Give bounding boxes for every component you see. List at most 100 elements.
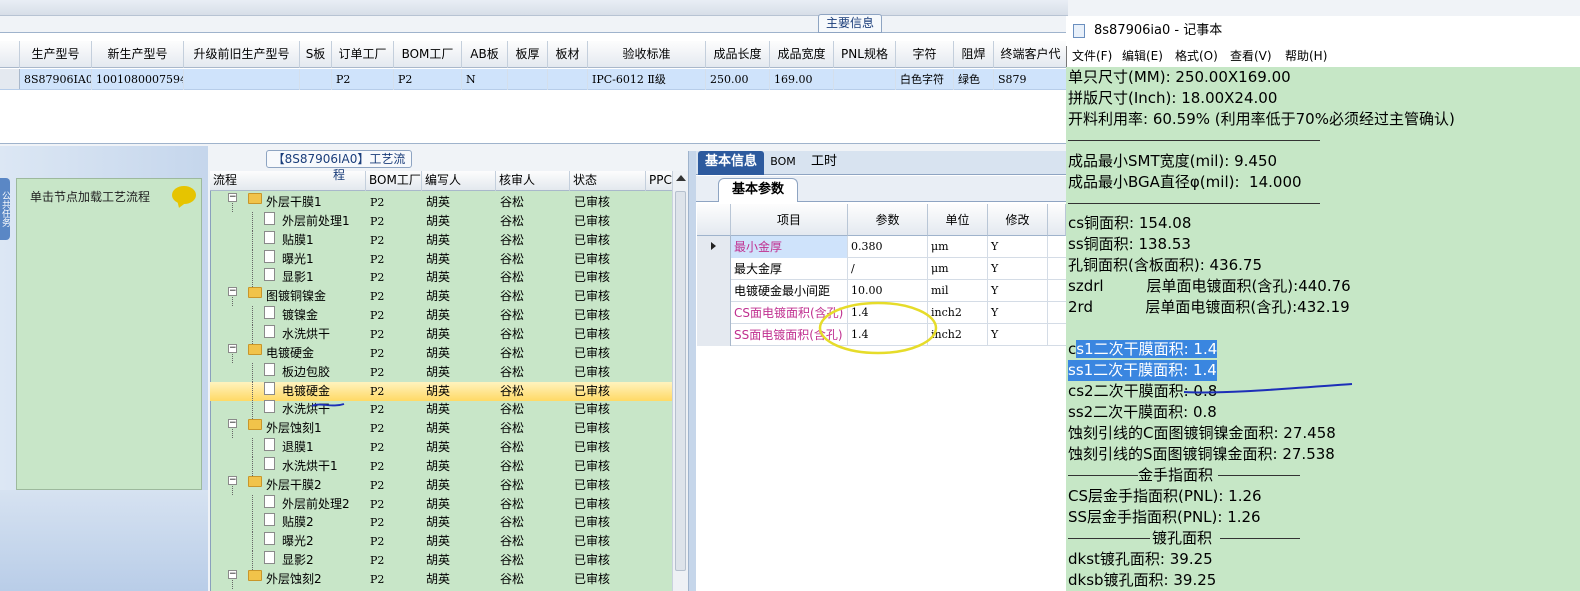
col-header[interactable]: 阻焊 bbox=[954, 41, 994, 68]
collapse-icon[interactable]: − bbox=[228, 419, 237, 429]
col-header[interactable]: 生产型号 bbox=[20, 41, 92, 68]
table-cell[interactable] bbox=[548, 69, 588, 90]
tree-col-header[interactable]: BOM工厂 bbox=[366, 171, 422, 191]
tree-row[interactable]: − 外层干膜1 P2 胡英 谷松 已审核 bbox=[210, 193, 672, 212]
scroll-thumb[interactable] bbox=[675, 191, 686, 571]
param-name[interactable]: 最大金厚 bbox=[731, 258, 848, 280]
tree-row[interactable]: − 电镀硬金 P2 胡英 谷松 已审核 bbox=[210, 343, 672, 363]
table-cell[interactable]: 白色字符 bbox=[896, 69, 954, 90]
table-cell[interactable]: 绿色 bbox=[954, 69, 994, 90]
tree-row[interactable]: 显影1 P2 胡英 谷松 已审核 bbox=[210, 268, 672, 288]
param-col-header[interactable]: 修改 bbox=[988, 204, 1048, 236]
row-selector[interactable] bbox=[697, 236, 731, 258]
param-col-header[interactable]: 参数 bbox=[848, 204, 928, 236]
tree-row[interactable]: 板边包胶 P2 胡英 谷松 已审核 bbox=[210, 362, 672, 382]
param-col-header[interactable]: 项目 bbox=[731, 204, 848, 236]
tree-row[interactable]: − 外层蚀刻2 P2 胡英 谷松 已审核 bbox=[210, 570, 672, 589]
param-unit[interactable]: μm bbox=[928, 236, 988, 258]
collapse-icon[interactable]: − bbox=[228, 343, 237, 353]
table-cell[interactable]: 8S87906IA0 bbox=[20, 69, 92, 90]
node-load-box[interactable] bbox=[16, 178, 202, 490]
menu-edit[interactable]: 编辑(E) bbox=[1122, 46, 1163, 66]
col-header[interactable]: BOM工厂 bbox=[394, 41, 462, 68]
tab-work-hours[interactable]: 工时 bbox=[804, 151, 844, 175]
tab-basic-params[interactable]: 基本参数 bbox=[718, 178, 798, 202]
param-row[interactable]: 最小金厚 0.380 μm Y bbox=[697, 236, 1066, 258]
collapse-icon[interactable]: − bbox=[228, 287, 237, 297]
col-header[interactable]: 板厚 bbox=[508, 41, 548, 68]
col-header[interactable]: 升级前旧生产型号 bbox=[184, 41, 300, 68]
panel-splitter[interactable] bbox=[688, 151, 696, 591]
table-cell[interactable]: N bbox=[462, 69, 508, 90]
tab-main-info[interactable]: 主要信息 bbox=[818, 14, 882, 33]
col-header[interactable]: 验收标准 bbox=[588, 41, 706, 68]
param-value[interactable]: 0.380 bbox=[848, 236, 928, 258]
table-cell[interactable] bbox=[300, 69, 332, 90]
menu-view[interactable]: 查看(V) bbox=[1230, 46, 1272, 66]
table-cell[interactable] bbox=[834, 69, 896, 90]
table-cell[interactable]: P2 bbox=[394, 69, 462, 90]
tree-row[interactable]: − 外层干膜2 P2 胡英 谷松 已审核 bbox=[210, 475, 672, 495]
table-row[interactable]: 8S87906IA0 10010800075941 P2 P2 N IPC-60… bbox=[0, 69, 1068, 90]
col-header[interactable]: 终端客户代 bbox=[994, 41, 1068, 68]
table-cell[interactable] bbox=[184, 69, 300, 90]
tree-col-header[interactable]: 编写人 bbox=[422, 171, 496, 191]
tree-row[interactable]: 曝光2 P2 胡英 谷松 已审核 bbox=[210, 532, 672, 552]
row-selector[interactable] bbox=[697, 280, 731, 302]
menu-help[interactable]: 帮助(H) bbox=[1285, 46, 1327, 66]
param-col-header[interactable]: 单位 bbox=[928, 204, 988, 236]
param-modify[interactable]: Y bbox=[988, 324, 1048, 346]
col-header[interactable]: PNL规格 bbox=[834, 41, 896, 68]
table-cell[interactable]: 250.00 bbox=[706, 69, 770, 90]
col-header[interactable]: 订单工厂 bbox=[332, 41, 394, 68]
scroll-up-icon[interactable] bbox=[676, 175, 686, 181]
col-header[interactable]: 成品长度 bbox=[706, 41, 770, 68]
tree-row[interactable]: 水洗烘干 P2 胡英 谷松 已审核 bbox=[210, 324, 672, 344]
param-modify[interactable]: Y bbox=[988, 258, 1048, 280]
col-header[interactable]: S板 bbox=[300, 41, 332, 68]
tree-row[interactable]: 电镀硬金 P2 胡英 谷松 已审核 bbox=[210, 381, 672, 401]
tree-row[interactable]: 镀镍金 P2 胡英 谷松 已审核 bbox=[210, 306, 672, 326]
tree-row[interactable]: 水洗烘干1 P2 胡英 谷松 已审核 bbox=[210, 456, 672, 476]
menu-file[interactable]: 文件(F) bbox=[1072, 46, 1112, 66]
param-modify[interactable]: Y bbox=[988, 302, 1048, 324]
tree-row[interactable]: 贴膜1 P2 胡英 谷松 已审核 bbox=[210, 230, 672, 250]
tree-row[interactable]: 退膜1 P2 胡英 谷松 已审核 bbox=[210, 438, 672, 458]
tree-row[interactable]: 外层前处理1 P2 胡英 谷松 已审核 bbox=[210, 211, 672, 231]
table-cell[interactable]: IPC-6012 Ⅱ级 bbox=[588, 69, 706, 90]
tree-row[interactable]: − 外层蚀刻1 P2 胡英 谷松 已审核 bbox=[210, 419, 672, 439]
process-flow-tab[interactable]: 【8S87906IA0】工艺流程 bbox=[266, 150, 412, 182]
col-header[interactable]: 成品宽度 bbox=[770, 41, 834, 68]
tree-row[interactable]: − 图镀铜镍金 P2 胡英 谷松 已审核 bbox=[210, 287, 672, 307]
tree-row[interactable]: 水洗烘干 P2 胡英 谷松 已审核 bbox=[210, 400, 672, 420]
tree-scrollbar[interactable] bbox=[672, 171, 688, 591]
row-selector[interactable] bbox=[697, 302, 731, 324]
param-row[interactable]: 最大金厚 / μm Y bbox=[697, 258, 1066, 280]
tree-row[interactable]: 贴膜2 P2 胡英 谷松 已审核 bbox=[210, 513, 672, 533]
table-cell[interactable]: 169.00 bbox=[770, 69, 834, 90]
param-name[interactable]: 最小金厚 bbox=[731, 236, 848, 258]
col-header[interactable]: 字符 bbox=[896, 41, 954, 68]
col-header[interactable]: AB板 bbox=[462, 41, 508, 68]
left-vertical-tab[interactable]: 公共任务 bbox=[0, 178, 10, 240]
collapse-icon[interactable]: − bbox=[228, 570, 237, 579]
collapse-icon[interactable]: − bbox=[228, 475, 237, 485]
collapse-icon[interactable]: − bbox=[228, 193, 237, 202]
table-cell[interactable]: 10010800075941 bbox=[92, 69, 184, 90]
tree-col-header[interactable]: 状态 bbox=[570, 171, 646, 191]
row-selector[interactable] bbox=[697, 324, 731, 346]
tree-row[interactable]: 曝光1 P2 胡英 谷松 已审核 bbox=[210, 249, 672, 269]
param-modify[interactable]: Y bbox=[988, 236, 1048, 258]
tree-row[interactable]: 显影2 P2 胡英 谷松 已审核 bbox=[210, 551, 672, 571]
table-cell[interactable]: S879 bbox=[994, 69, 1068, 90]
param-modify[interactable]: Y bbox=[988, 280, 1048, 302]
param-value[interactable]: / bbox=[848, 258, 928, 280]
tab-bom[interactable]: BOM bbox=[768, 151, 798, 175]
table-cell[interactable]: P2 bbox=[332, 69, 394, 90]
tree-row[interactable]: 外层前处理2 P2 胡英 谷松 已审核 bbox=[210, 494, 672, 514]
col-header[interactable]: 新生产型号 bbox=[92, 41, 184, 68]
menu-format[interactable]: 格式(O) bbox=[1175, 46, 1218, 66]
param-unit[interactable]: μm bbox=[928, 258, 988, 280]
tab-basic-info[interactable]: 基本信息 bbox=[698, 151, 764, 175]
row-selector[interactable] bbox=[697, 258, 731, 280]
